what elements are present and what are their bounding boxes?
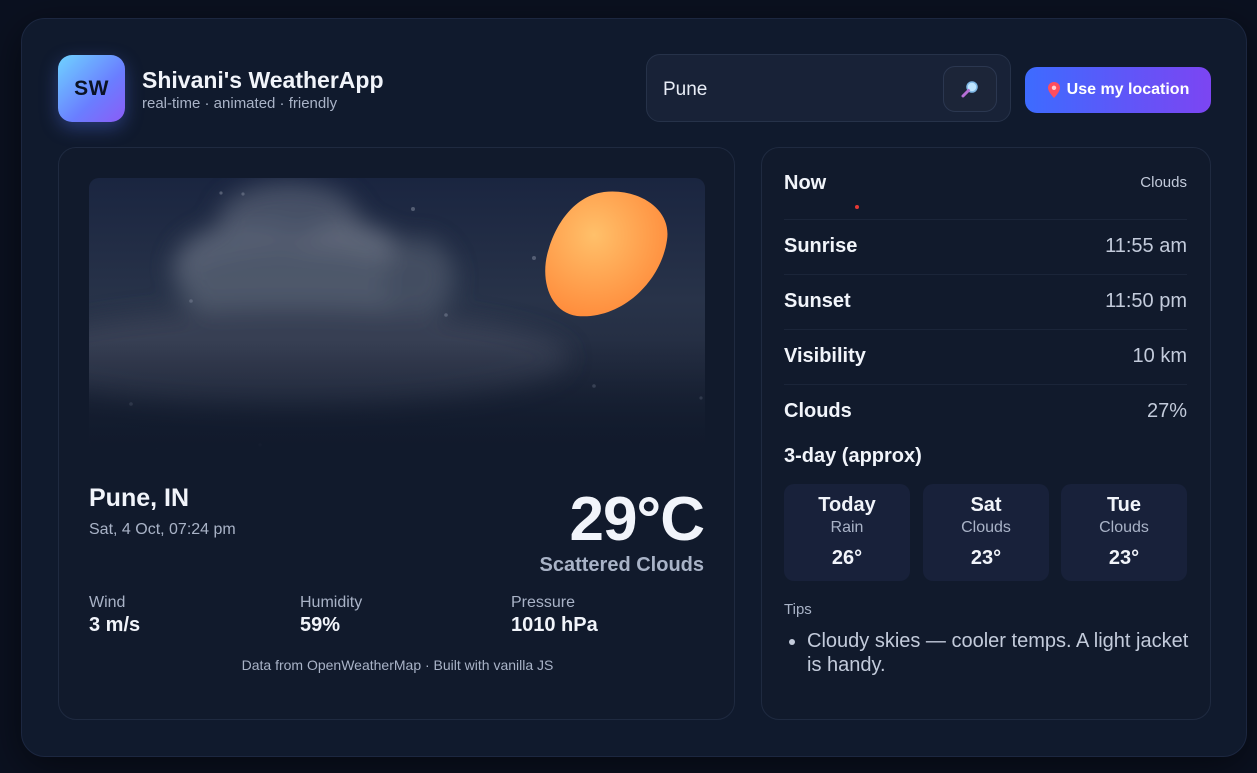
wind-metric: Wind 3 m/s [89,594,140,637]
humidity-metric: Humidity 59% [300,594,362,637]
detail-row-sunrise: Sunrise 11:55 am [784,220,1187,275]
detail-label: Visibility [784,345,866,367]
data-credit: Data from OpenWeatherMap · Built with va… [241,657,554,673]
detail-label: Sunrise [784,235,858,257]
magnifier-icon [961,81,978,98]
detail-value: Clouds [1140,174,1187,191]
forecast-title: 3-day (approx) [784,445,922,467]
forecast-day: Sat [970,494,1002,516]
weather-animation [89,178,705,450]
detail-row-sunset: Sunset 11:50 pm [784,275,1187,330]
metric-label: Pressure [511,594,576,611]
tips-label: Tips [784,601,812,618]
detail-label: Sunset [784,290,851,312]
pin-icon [1047,82,1060,98]
pressure-metric: Pressure 1010 hPa [511,594,598,637]
details-card: Now Clouds Sunrise 11:55 am Sunset 11:50… [761,147,1211,720]
app-title: Shivani's WeatherApp [142,67,384,93]
forecast-day: Tue [1106,494,1142,516]
forecast-temp: 26° [831,547,863,569]
current-condition: Scattered Clouds [539,554,704,576]
local-datetime: Sat, 4 Oct, 07:24 pm [89,521,236,538]
current-weather-card: Pune, IN Sat, 4 Oct, 07:24 pm 29°C Scatt… [58,147,735,720]
metric-value: 59% [300,614,341,636]
metric-value: 3 m/s [89,614,141,636]
search-button[interactable] [943,66,997,112]
city-name: Pune, IN [89,484,190,512]
detail-value: 11:50 pm [1105,290,1187,312]
forecast-day-card: Today Rain 26° [784,484,910,581]
status-dot [855,205,859,209]
detail-row-now: Now Clouds [784,168,1187,220]
app-subtitle: real-time · animated · friendly [142,95,338,112]
detail-label: Now [784,172,827,194]
forecast-temp: 23° [1108,547,1140,569]
app-window: SW Shivani's WeatherApp real-time · anim… [21,18,1247,757]
forecast-day: Today [818,494,876,516]
forecast-day-card: Sat Clouds 23° [923,484,1049,581]
metric-label: Wind [89,594,126,611]
app-logo: SW [58,55,125,122]
detail-row-visibility: Visibility 10 km [784,330,1187,385]
detail-value: 27% [1146,400,1187,422]
use-location-button[interactable]: Use my location [1025,67,1211,113]
forecast-condition: Clouds [1099,519,1149,536]
detail-label: Clouds [784,400,852,422]
detail-row-clouds: Clouds 27% [784,385,1187,440]
forecast-temp: 23° [970,547,1002,569]
use-location-label: Use my location [1066,81,1190,98]
detail-value: 11:55 am [1105,235,1187,257]
forecast-condition: Rain [830,519,864,536]
tips-list: Cloudy skies — cooler temps. A light jac… [784,629,1207,677]
metric-value: 1010 hPa [511,614,598,636]
tip-item: Cloudy skies — cooler temps. A light jac… [807,629,1207,677]
detail-value: 10 km [1132,345,1187,367]
city-search-input[interactable] [661,75,925,105]
metric-label: Humidity [300,594,363,611]
search-bar [646,54,1011,122]
current-temperature: 29°C [569,485,705,554]
forecast-day-card: Tue Clouds 23° [1061,484,1187,581]
forecast-condition: Clouds [961,519,1011,536]
